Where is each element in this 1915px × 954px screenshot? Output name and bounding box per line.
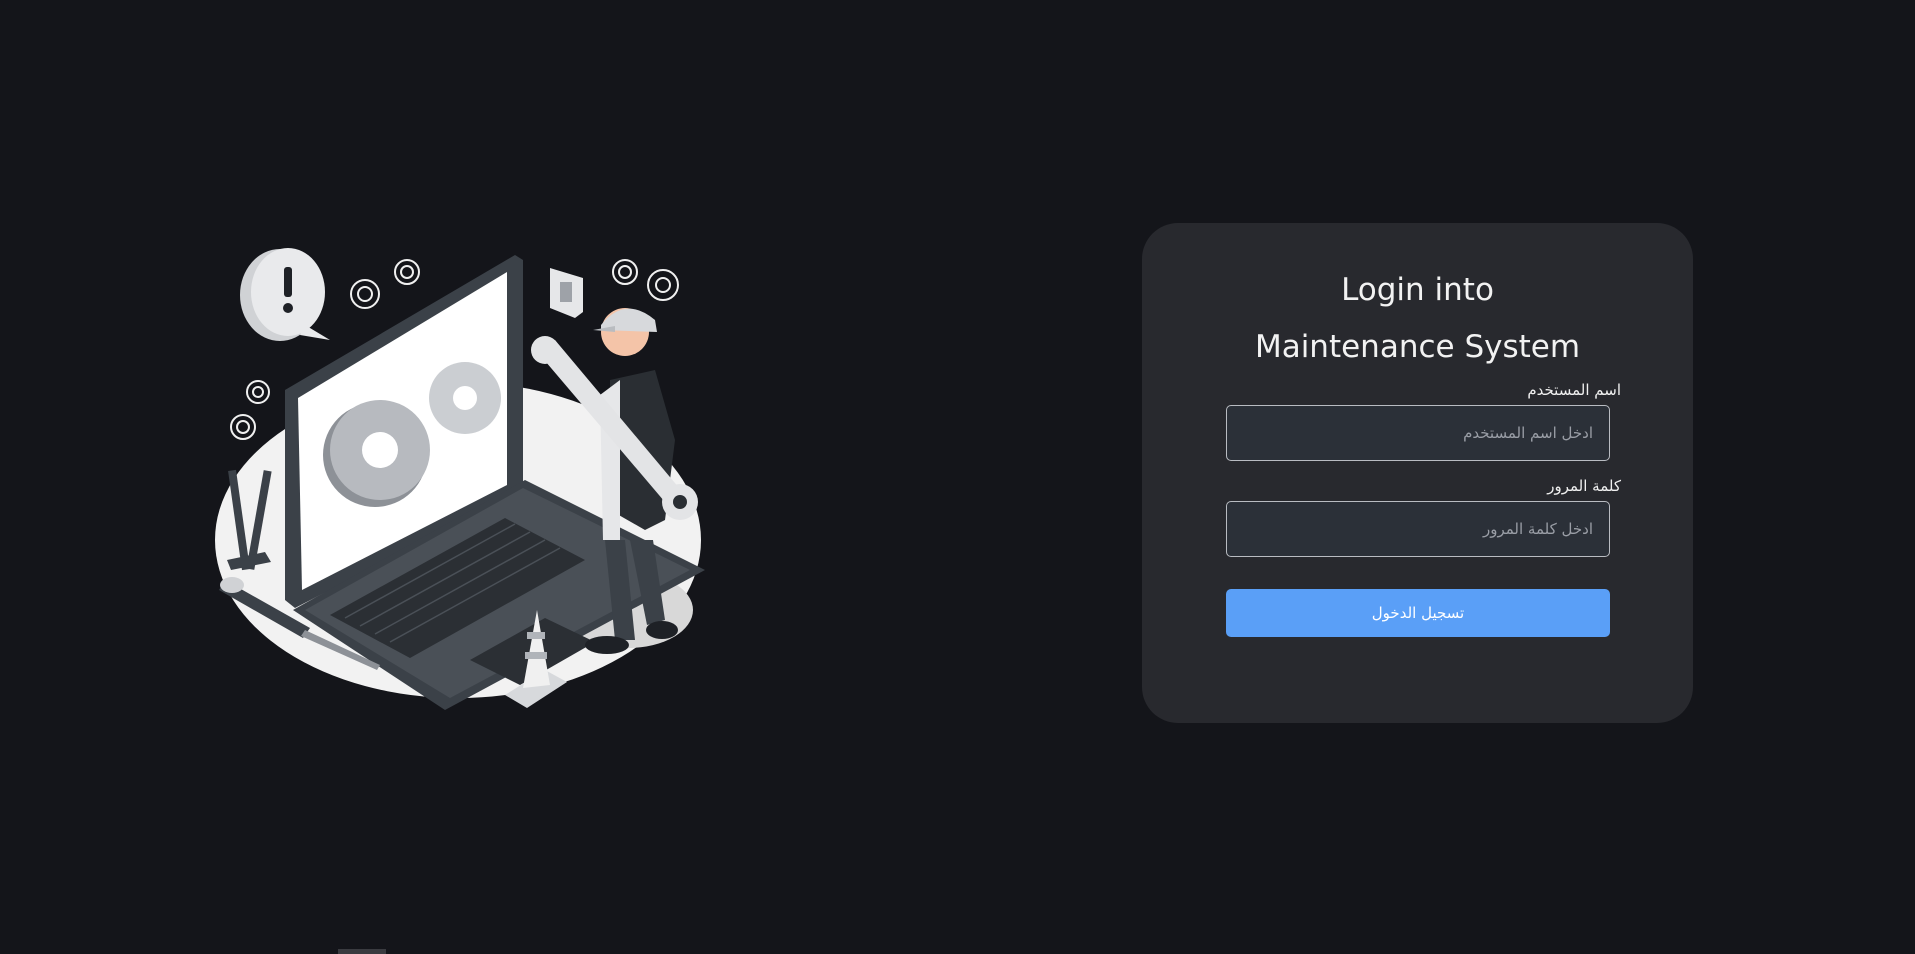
username-input[interactable] xyxy=(1226,405,1610,461)
login-title-line1: Login into xyxy=(1341,272,1494,308)
password-input[interactable] xyxy=(1226,501,1610,557)
maintenance-illustration xyxy=(205,240,705,710)
password-label: كلمة المرور xyxy=(1547,477,1621,495)
login-button[interactable]: تسجيل الدخول xyxy=(1226,589,1610,637)
login-page: Login into Maintenance System اسم المستخ… xyxy=(0,0,1915,954)
login-title-line2: Maintenance System xyxy=(1254,329,1581,365)
username-label: اسم المستخدم xyxy=(1527,381,1621,399)
horizontal-scrollbar-thumb[interactable] xyxy=(338,949,386,954)
login-card: Login into Maintenance System اسم المستخ… xyxy=(1142,223,1693,723)
warning-icon xyxy=(240,248,330,341)
